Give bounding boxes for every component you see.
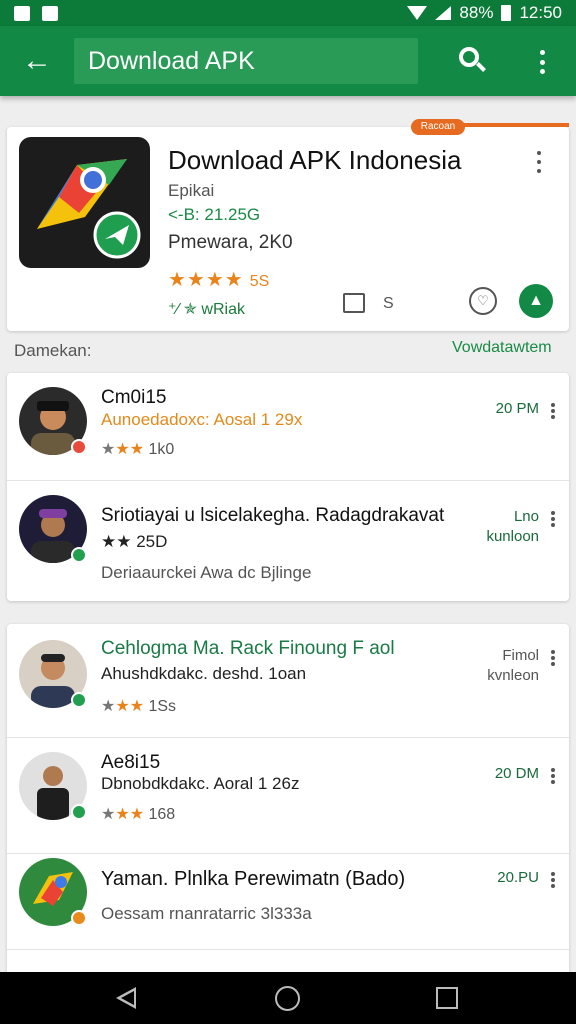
item-time: 20 DM: [495, 764, 539, 784]
item-time-line1: 20 DM: [494, 765, 539, 782]
nav-home-icon[interactable]: [275, 986, 300, 1011]
rating-stars: ★★★★ 5S: [168, 267, 269, 292]
more-vert-icon[interactable]: [551, 872, 555, 888]
battery-percent: 88%: [459, 3, 494, 22]
app-category: Epikai: [168, 181, 215, 200]
item-time: Lno kunloon: [486, 507, 539, 547]
system-nav-bar: [0, 972, 576, 1024]
battery-icon: [501, 5, 512, 21]
search-icon[interactable]: [456, 44, 490, 78]
item-subtitle: Ahushdkdakc. deshd. 1oan: [101, 664, 307, 683]
list-item[interactable]: Cehlogma Ma. Rack Finoung F aol Ahushdkd…: [7, 624, 569, 738]
list-item[interactable]: Yaman. Plnlka Perewimatn (Bado) Oessam r…: [7, 854, 569, 984]
nav-back-icon[interactable]: [116, 987, 136, 1009]
share-icon[interactable]: [343, 293, 365, 313]
item-time-line1: Lno: [513, 508, 539, 525]
list-item[interactable]: Ae8i15 Dbnobdkdakc. Aoral 1 26z ★★★ 168 …: [7, 738, 569, 854]
star-icons: ★★: [115, 441, 145, 458]
item-meta: Oessam rnanratarric 3l333a: [101, 904, 312, 924]
item-count: 1Ss: [148, 698, 177, 715]
item-description: Oessam rnanratarric 3l333a: [101, 904, 312, 923]
see-all-link[interactable]: Vowdatawtem: [452, 339, 552, 357]
app-publisher: Pmewara, 2K0: [168, 232, 293, 253]
item-time-line1: 20.PU: [497, 869, 539, 886]
editor-badge: ⁺⁄ ✯ wRiak: [168, 301, 245, 318]
item-description: Deriaaurckei Awa dc Bjlinge: [101, 563, 312, 582]
app-title: Download APK Indonesia: [168, 145, 462, 175]
featured-tag: Racoan: [411, 119, 465, 135]
item-subtitle: Aunoedadoxc: Aosal 1 29x: [101, 410, 303, 429]
status-bar: 88% 12:50: [0, 0, 576, 26]
rating-count: 5S: [249, 273, 270, 290]
search-field[interactable]: Download APK: [74, 38, 418, 84]
notification-icon: [14, 5, 30, 21]
more-vert-icon[interactable]: [551, 403, 555, 419]
download-icon[interactable]: ▲: [519, 284, 553, 318]
arrow-left-icon[interactable]: ←: [0, 26, 74, 96]
item-time-line2: kunloon: [486, 528, 539, 545]
verified-badge-icon: [71, 910, 87, 926]
notification-icon: [42, 5, 58, 21]
list-item[interactable]: Sriotiayai u lsicelakegha. Radagdrakavat…: [7, 481, 569, 601]
verified-badge-icon: [71, 439, 87, 455]
item-title: Ae8i15: [101, 752, 161, 773]
share-count: S: [383, 295, 394, 312]
item-time-line1: 20 PM: [495, 400, 539, 417]
item-title: Yaman. Plnlka Perewimatn (Bado): [101, 868, 406, 890]
item-count: 1k0: [148, 441, 175, 458]
more-vert-icon[interactable]: [537, 151, 541, 173]
verified-badge-icon: [71, 692, 87, 708]
app-bar: ← Download APK: [0, 26, 576, 96]
item-time: Fimol kvnleon: [487, 646, 539, 686]
star-icons: ★★: [115, 698, 145, 715]
item-time: 20 PM: [496, 399, 539, 419]
signal-icon: [435, 6, 452, 20]
item-time: 20.PU: [497, 868, 539, 888]
star-icons: ★★: [115, 806, 145, 823]
item-title: Cm0i15: [101, 387, 167, 408]
item-meta: Deriaaurckei Awa dc Bjlinge: [101, 563, 311, 583]
item-time-line2: kvnleon: [487, 667, 539, 684]
verified-badge-icon: [71, 547, 87, 563]
clock: 12:50: [519, 3, 562, 22]
item-count: 168: [148, 806, 176, 823]
item-meta: ★★★ 168: [101, 806, 176, 823]
more-vert-icon[interactable]: [551, 650, 555, 666]
item-meta: ★★★ 1Ss: [101, 698, 177, 715]
wishlist-heart-icon[interactable]: ♡: [469, 287, 497, 315]
item-meta: ★★★ 1k0: [101, 441, 175, 458]
app-version: <-B: 21.25G: [168, 205, 261, 224]
star-icons: ★★★★: [168, 269, 244, 291]
item-title: Cehlogma Ma. Rack Finoung F aol: [101, 638, 395, 659]
app-logo-icon: [19, 137, 150, 268]
item-subtitle: Dbnobdkdakc. Aoral 1 26z: [101, 774, 300, 793]
item-subtitle: ★★ 25D: [101, 532, 168, 551]
wifi-icon: [407, 6, 428, 20]
verified-badge-icon: [71, 804, 87, 820]
more-vert-icon[interactable]: [551, 511, 555, 527]
more-vert-icon[interactable]: [532, 46, 552, 78]
item-time-line1: Fimol: [502, 647, 539, 664]
app-list-card: Cehlogma Ma. Rack Finoung F aol Ahushdkd…: [7, 624, 569, 984]
item-title: Sriotiayai u lsicelakegha. Radagdrakavat: [101, 505, 445, 526]
search-text: Download APK: [88, 46, 255, 75]
status-left: [14, 5, 58, 21]
app-list-card: Cm0i15 Aunoedadoxc: Aosal 1 29x ★★★ 1k0 …: [7, 373, 569, 601]
more-vert-icon[interactable]: [551, 768, 555, 784]
divider: [7, 949, 569, 950]
list-item[interactable]: Cm0i15 Aunoedadoxc: Aosal 1 29x ★★★ 1k0 …: [7, 373, 569, 481]
nav-recent-icon[interactable]: [436, 987, 458, 1009]
status-right: 88% 12:50: [407, 3, 562, 23]
featured-app-card[interactable]: Racoan Download APK Indonesia Epikai <-B…: [7, 119, 569, 331]
section-title: Damekan:: [14, 341, 92, 360]
